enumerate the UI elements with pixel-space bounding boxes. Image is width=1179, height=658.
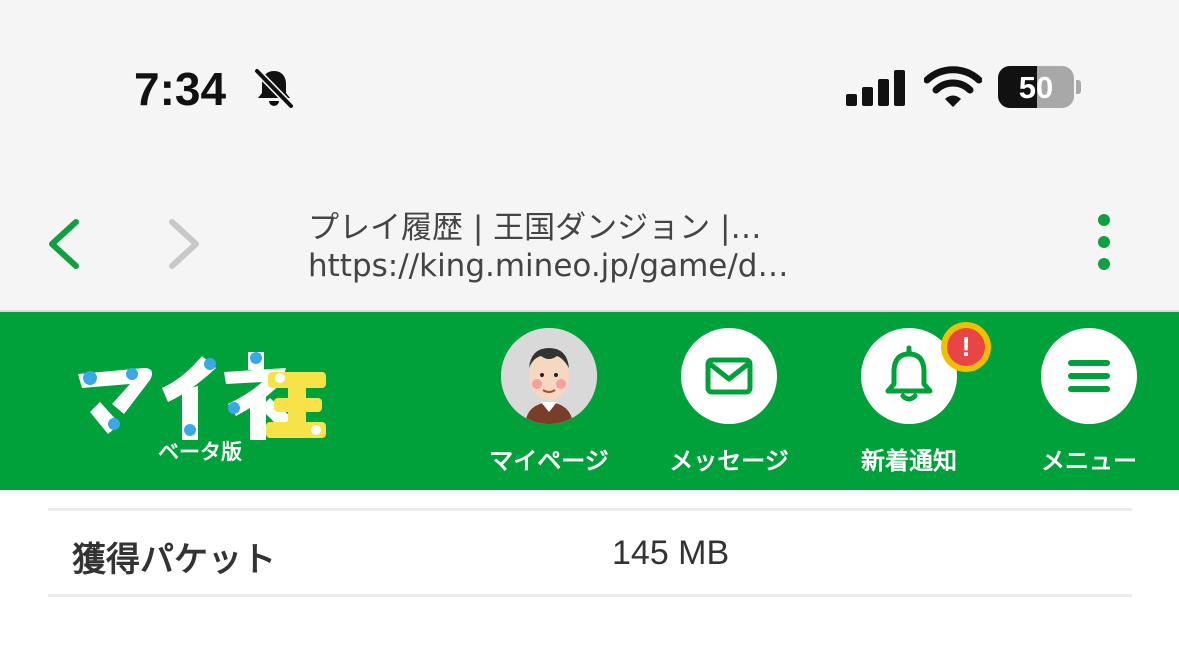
- packet-earned-label: 獲得パケット: [72, 540, 276, 580]
- menu-button[interactable]: [1041, 328, 1137, 424]
- battery-icon: 50: [998, 66, 1074, 108]
- page-title[interactable]: プレイ履歴 | 王国ダンジョン |…: [308, 202, 868, 247]
- nav-messages[interactable]: メッセージ: [649, 328, 809, 488]
- page-url[interactable]: https://king.mineo.jp/game/d…: [308, 248, 888, 284]
- nav-menu-label: メニュー: [1041, 447, 1137, 475]
- notification-alert-badge: !: [941, 322, 991, 372]
- nav-mypage[interactable]: マイページ: [469, 328, 629, 488]
- alert-mark: !: [947, 328, 985, 366]
- nav-notifications[interactable]: ! 新着通知: [829, 322, 991, 488]
- divider-top: [48, 508, 1132, 511]
- envelope-icon: [705, 357, 753, 395]
- beta-label: ベータ版: [158, 440, 242, 464]
- status-time: 7:34: [134, 63, 227, 115]
- chevron-left-icon[interactable]: [44, 216, 84, 272]
- bell-slash-icon: [253, 67, 295, 110]
- nav-notifications-label: 新着通知: [861, 447, 957, 475]
- messages-button[interactable]: [681, 328, 777, 424]
- battery-percent: 50: [1018, 70, 1054, 105]
- avatar[interactable]: [501, 328, 597, 424]
- nav-messages-label: メッセージ: [669, 447, 789, 475]
- kebab-menu-icon[interactable]: [1090, 212, 1118, 272]
- mineo-logo[interactable]: [70, 338, 330, 442]
- site-header: ベータ版 マイページ メッセージ ! 新着通知 メニュー: [0, 312, 1179, 490]
- status-bar: 7:34 50: [0, 0, 1179, 180]
- browser-toolbar: プレイ履歴 | 王国ダンジョン |… https://king.mineo.jp…: [0, 180, 1179, 312]
- avatar-icon: [501, 328, 597, 424]
- cellular-signal-icon: [846, 70, 905, 106]
- nav-mypage-label: マイページ: [489, 447, 609, 475]
- battery-cap: [1076, 80, 1081, 94]
- chevron-right-icon[interactable]: [164, 216, 204, 272]
- nav-menu[interactable]: メニュー: [1009, 328, 1169, 488]
- hamburger-icon: [1068, 360, 1110, 392]
- packet-earned-value: 145 MB: [612, 534, 730, 572]
- divider-bottom: [48, 594, 1132, 597]
- wifi-icon: [924, 66, 982, 107]
